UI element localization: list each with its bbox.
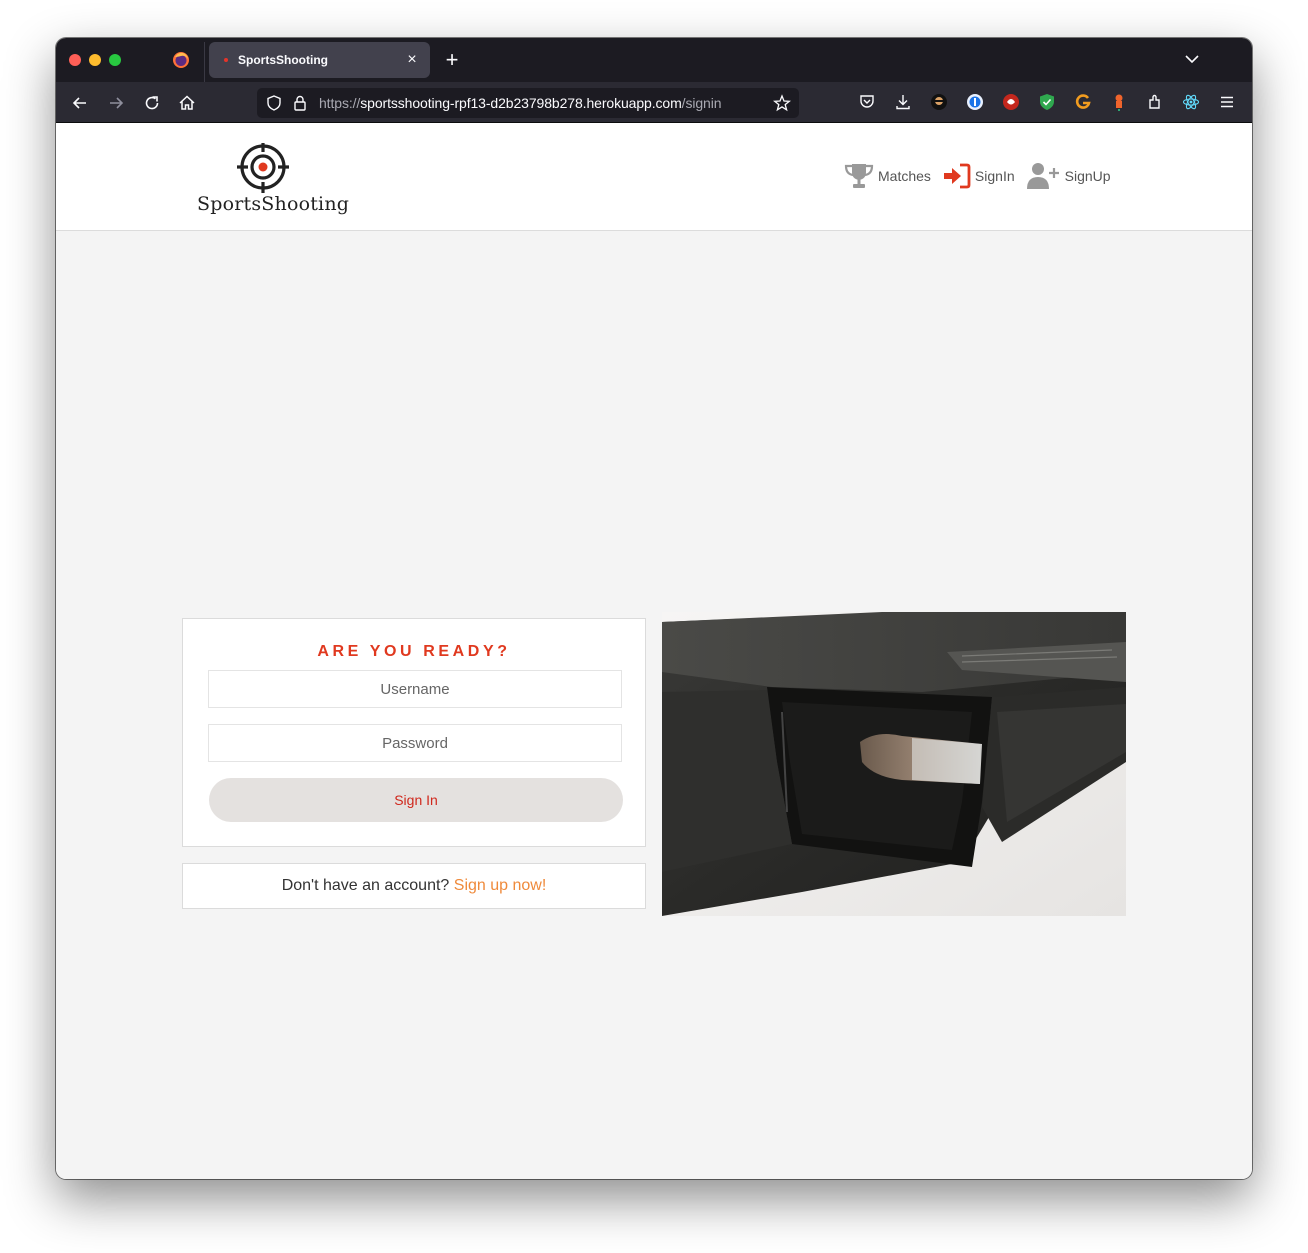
browser-toolbar: https://sportsshooting-rpf13-d2b23798b27… — [56, 82, 1252, 123]
signin-form: ARE YOU READY? Sign In — [182, 618, 646, 847]
shield-icon[interactable] — [265, 94, 283, 112]
extensions-icon[interactable] — [1146, 93, 1164, 111]
pistol-photo — [662, 612, 1126, 916]
url-path: /signin — [681, 95, 722, 111]
signup-prompt-text: Don't have an account? — [281, 877, 450, 894]
site-header: SportsShooting Matches SignIn SignUp — [56, 123, 1252, 231]
signin-button[interactable]: Sign In — [209, 778, 623, 822]
tab-strip: SportsShooting × + — [56, 38, 1252, 82]
grammar-extension-icon[interactable] — [1074, 93, 1092, 111]
tab-separator — [204, 42, 205, 82]
menu-icon[interactable] — [1218, 93, 1236, 111]
tab-favicon-icon — [224, 58, 228, 62]
tab-title: SportsShooting — [238, 53, 328, 67]
shield-extension-icon[interactable] — [1038, 93, 1056, 111]
forward-icon[interactable] — [106, 93, 126, 113]
bookmark-star-icon[interactable] — [773, 94, 791, 112]
nav-matches-label: Matches — [878, 168, 931, 184]
download-icon[interactable] — [894, 93, 912, 111]
browser-window: SportsShooting × + https://sportsshootin… — [56, 38, 1252, 1179]
url-bar[interactable]: https://sportsshooting-rpf13-d2b23798b27… — [257, 88, 799, 118]
ad-blocker-icon[interactable] — [1002, 93, 1020, 111]
nav-signup-label: SignUp — [1064, 168, 1111, 184]
pocket-icon[interactable] — [858, 93, 876, 111]
url-text[interactable]: https://sportsshooting-rpf13-d2b23798b27… — [319, 95, 722, 111]
nav-matches-link[interactable]: Matches — [844, 163, 931, 189]
main-nav: Matches SignIn SignUp — [844, 161, 1111, 191]
tab-active[interactable]: SportsShooting × — [209, 42, 430, 78]
tree-extension-icon[interactable] — [1110, 93, 1128, 111]
page-content: SportsShooting Matches SignIn SignUp ARE… — [56, 123, 1252, 1179]
window-minimize-button[interactable] — [89, 54, 101, 66]
one-password-icon[interactable] — [966, 93, 984, 111]
new-tab-button[interactable]: + — [442, 49, 462, 71]
signin-section: ARE YOU READY? Sign In Don't have an acc… — [182, 612, 1126, 932]
window-maximize-button[interactable] — [109, 54, 121, 66]
signup-now-link[interactable]: Sign up now! — [454, 877, 547, 894]
window-close-button[interactable] — [69, 54, 81, 66]
nav-signin-link[interactable]: SignIn — [943, 163, 1015, 189]
reload-icon[interactable] — [142, 93, 162, 113]
lock-icon[interactable] — [292, 94, 308, 112]
add-user-icon — [1026, 163, 1059, 189]
brand-name[interactable]: SportsShooting — [197, 193, 349, 215]
nav-signin-label: SignIn — [974, 168, 1015, 184]
trophy-icon — [844, 164, 874, 188]
react-devtools-icon[interactable] — [1182, 93, 1200, 111]
privacy-extension-icon[interactable] — [930, 93, 948, 111]
chevron-down-icon[interactable] — [1184, 51, 1200, 67]
url-prefix: https:// — [319, 95, 361, 111]
signin-icon — [943, 163, 971, 189]
back-icon[interactable] — [70, 93, 90, 113]
home-icon[interactable] — [177, 93, 197, 113]
signin-heading: ARE YOU READY? — [317, 643, 511, 660]
password-input[interactable] — [208, 724, 622, 762]
url-host: sportsshooting-rpf13-d2b23798b278.heroku… — [360, 95, 682, 111]
firefox-icon[interactable] — [172, 51, 190, 69]
signup-prompt: Don't have an account? Sign up now! — [182, 863, 646, 909]
tab-close-icon[interactable]: × — [404, 50, 420, 70]
username-input[interactable] — [208, 670, 622, 708]
nav-signup-link[interactable]: SignUp — [1026, 162, 1111, 190]
